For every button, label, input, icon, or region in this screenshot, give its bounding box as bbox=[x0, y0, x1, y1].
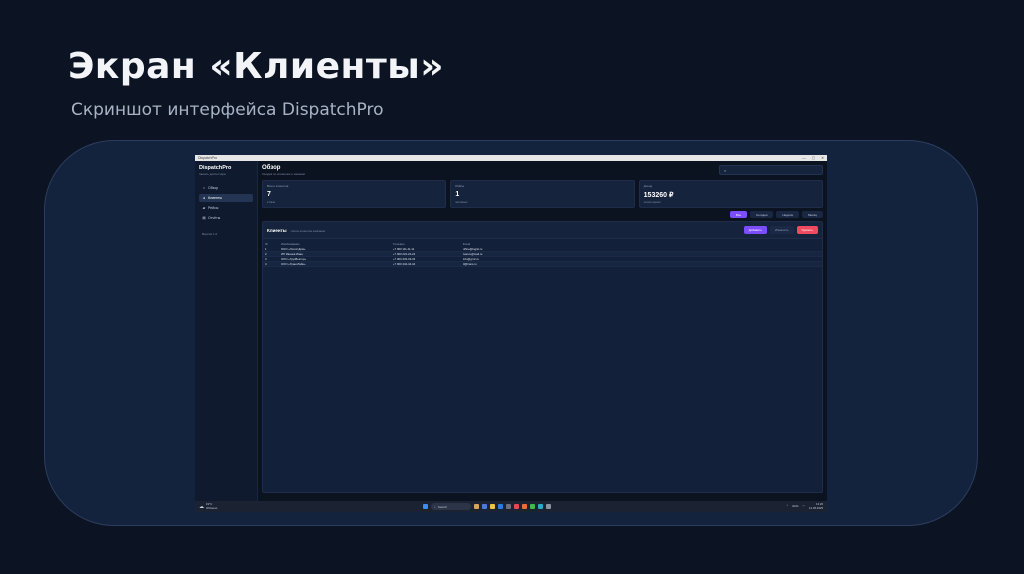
sidebar-item-trips[interactable]: ▰ Рейсы bbox=[199, 204, 253, 212]
delete-client-button[interactable]: Удалить bbox=[796, 226, 818, 234]
minimize-button[interactable]: — bbox=[802, 156, 806, 160]
table-row[interactable]: 4 ООО «ТрансЛайн» +7 900 444-44-44 tl@tr… bbox=[263, 261, 822, 267]
clients-panel-header: Клиенты список клиентов компании Добавит… bbox=[263, 222, 822, 239]
sidebar-item-clients[interactable]: ● Клиенты bbox=[199, 194, 253, 202]
sidebar-item-label: Отчёты bbox=[208, 216, 221, 220]
taskbar-search-label: Search bbox=[437, 504, 448, 509]
slide-title: Экран «Клиенты» bbox=[68, 46, 445, 87]
windows-start-icon[interactable] bbox=[423, 504, 428, 509]
version-label: Версия 1.0 bbox=[202, 232, 218, 236]
store-icon[interactable] bbox=[506, 504, 511, 509]
add-client-button[interactable]: Добавить bbox=[743, 226, 767, 234]
slide-subtitle: Скриншот интерфейса DispatchPro bbox=[71, 100, 384, 120]
brand-name: DispatchPro bbox=[199, 165, 232, 171]
report-icon: ▤ bbox=[202, 216, 206, 220]
stat-foot: за всё время bbox=[643, 200, 661, 204]
app-body: DispatchPro панель диспетчера ⌂ Обзор ● … bbox=[195, 161, 827, 501]
app-icon[interactable] bbox=[522, 504, 527, 509]
sidebar-item-reports[interactable]: ▤ Отчёты bbox=[199, 214, 253, 222]
stat-foot: в базе bbox=[267, 200, 276, 204]
stat-value: 7 bbox=[267, 191, 271, 198]
cell-phone: +7 900 444-44-44 bbox=[391, 261, 461, 267]
sidebar-item-label: Обзор bbox=[208, 186, 219, 190]
app-screenshot: DispatchPro — ▢ ✕ DispatchPro панель дис… bbox=[195, 155, 827, 512]
user-icon: ● bbox=[202, 196, 206, 200]
stat-foot: активных bbox=[455, 200, 468, 204]
clients-panel-title: Клиенты bbox=[267, 227, 287, 233]
maximize-button[interactable]: ▢ bbox=[812, 156, 815, 160]
taskbar-apps: ⌕ Search bbox=[423, 503, 551, 510]
search-icon: ⌕ bbox=[724, 167, 727, 173]
clients-panel: Клиенты список клиентов компании Добавит… bbox=[262, 221, 823, 493]
cell-id: 4 bbox=[263, 261, 279, 267]
stat-card-trips: Рейсы 1 активных bbox=[450, 180, 635, 208]
sidebar: DispatchPro панель диспетчера ⌂ Обзор ● … bbox=[195, 161, 258, 501]
search-icon: ⌕ bbox=[434, 504, 436, 509]
main-content: Обзор Сводка по клиентам и заказам ⌕ Все… bbox=[258, 161, 827, 501]
system-tray: ⌃ ENG ◠ 13:20 14.05.2025 bbox=[786, 502, 823, 510]
stat-label: Всего клиентов bbox=[267, 184, 289, 188]
opera-icon[interactable] bbox=[514, 504, 519, 509]
stat-card-clients: Всего клиентов 7 в базе bbox=[262, 180, 447, 208]
filter-month[interactable]: Месяц bbox=[801, 211, 823, 218]
cell-email: tl@trans.ru bbox=[461, 261, 822, 267]
tray-chevron-icon[interactable]: ⌃ bbox=[786, 504, 788, 508]
filter-week[interactable]: Неделя bbox=[776, 211, 799, 218]
stat-label: Рейсы bbox=[455, 184, 465, 188]
file-explorer-icon[interactable] bbox=[490, 504, 495, 509]
sidebar-item-label: Рейсы bbox=[208, 206, 219, 210]
clock[interactable]: 13:20 14.05.2025 bbox=[809, 502, 823, 510]
brand-subtitle: панель диспетчера bbox=[199, 172, 226, 176]
window-title: DispatchPro bbox=[198, 156, 218, 160]
period-filters: Все Сегодня Неделя Месяц bbox=[262, 211, 823, 218]
language-indicator[interactable]: ENG bbox=[792, 504, 798, 508]
widget-icon[interactable] bbox=[474, 504, 479, 509]
wifi-icon[interactable]: ◠ bbox=[803, 504, 805, 508]
stat-label: Доход bbox=[643, 184, 653, 188]
cloud-icon: ☁ bbox=[199, 503, 204, 510]
clients-panel-subtitle: список клиентов компании bbox=[290, 228, 326, 233]
app-icon[interactable] bbox=[546, 504, 551, 509]
main-header: Обзор Сводка по клиентам и заказам ⌕ bbox=[262, 165, 823, 176]
os-taskbar: ☁ 19°C Облачно ⌕ Search ⌃ ENG ◠ 13:20 14… bbox=[195, 501, 827, 512]
app-icon[interactable] bbox=[538, 504, 543, 509]
home-icon: ⌂ bbox=[202, 186, 206, 190]
clients-table: ID Имя/Название Телефон Email 1 ООО «Лог… bbox=[263, 241, 822, 267]
taskbar-search[interactable]: ⌕ Search bbox=[431, 503, 471, 510]
app-icon[interactable] bbox=[530, 504, 535, 509]
search-input[interactable]: ⌕ bbox=[719, 165, 823, 175]
stat-card-revenue: Доход 153260 ₽ за всё время bbox=[638, 180, 823, 208]
weather-widget[interactable]: ☁ 19°C Облачно bbox=[199, 502, 218, 510]
filter-all[interactable]: Все bbox=[729, 211, 747, 218]
close-button[interactable]: ✕ bbox=[821, 156, 824, 160]
stats-row: Всего клиентов 7 в базе Рейсы 1 активных… bbox=[262, 180, 823, 208]
page-title: Обзор bbox=[262, 165, 281, 171]
edge-browser-icon[interactable] bbox=[498, 504, 503, 509]
cell-name: ООО «ТрансЛайн» bbox=[279, 261, 391, 267]
weather-desc: Облачно bbox=[206, 505, 218, 510]
task-view-icon[interactable] bbox=[482, 504, 487, 509]
filter-today[interactable]: Сегодня bbox=[749, 211, 774, 218]
truck-icon: ▰ bbox=[202, 206, 206, 210]
edit-client-button[interactable]: Изменить bbox=[769, 226, 794, 234]
sidebar-item-label: Клиенты bbox=[208, 196, 223, 200]
clock-date: 14.05.2025 bbox=[809, 506, 823, 510]
stat-value: 153260 ₽ bbox=[643, 192, 674, 199]
sidebar-item-overview[interactable]: ⌂ Обзор bbox=[199, 184, 253, 192]
page-subtitle: Сводка по клиентам и заказам bbox=[262, 172, 305, 176]
stat-value: 1 bbox=[455, 191, 460, 198]
